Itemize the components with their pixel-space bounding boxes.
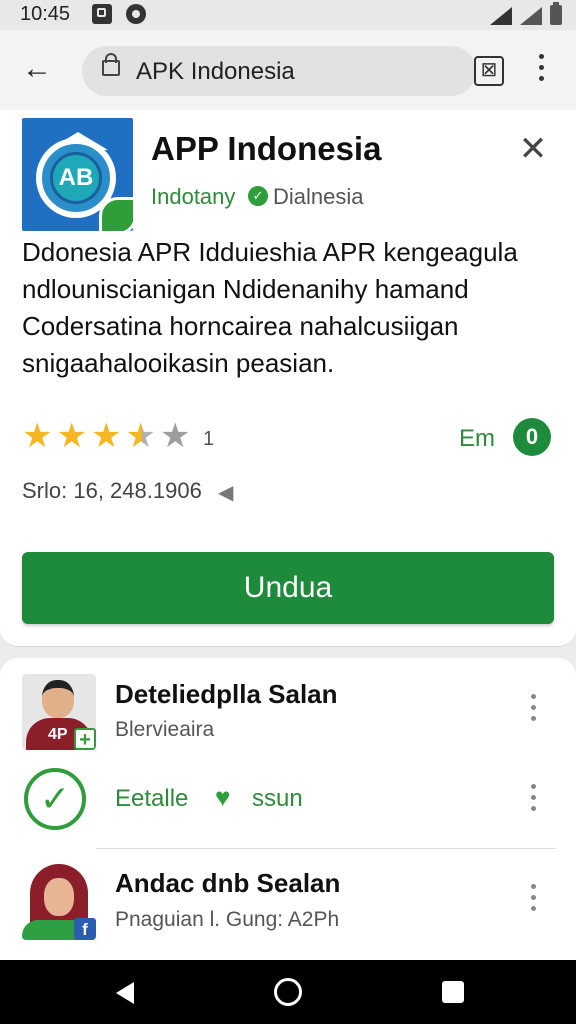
status-bar: 10:45 (0, 0, 576, 30)
close-tab-icon[interactable]: ⊠ (474, 56, 504, 86)
system-icons (490, 2, 562, 25)
list-item[interactable]: ✓ Eetalle ♥ ssun (0, 768, 576, 838)
star-icon: ★ (22, 417, 53, 455)
related-list: 4P + Deteliedplla Salan Blervieaira ✓ Ee… (0, 658, 576, 960)
url-text[interactable]: APK Indonesia (136, 58, 295, 86)
logo-text: AB (50, 152, 102, 204)
item-more-icon[interactable] (530, 784, 538, 814)
download-stats: Srlo: 16, 248.1906 (22, 478, 202, 503)
item-more-icon[interactable] (530, 694, 538, 724)
nav-recents-icon[interactable] (442, 981, 464, 1003)
notification-app-icon (92, 4, 112, 24)
address-bar[interactable]: APK Indonesia (82, 46, 476, 96)
age-rating-label: Em (459, 425, 495, 452)
share-off-icon[interactable]: ✕ (516, 132, 550, 166)
back-arrow-icon[interactable]: ← (22, 54, 52, 84)
lock-icon (102, 53, 120, 76)
system-nav-bar (0, 960, 576, 1024)
rating-count: 1 (203, 428, 215, 450)
item-title: Deteliedplla Salan (115, 679, 338, 709)
item-subtitle: Blervieaira (115, 718, 215, 741)
rating-stars: ★ ★ ★ ★ ★ (22, 418, 190, 454)
check-circle-icon: ✓ (24, 768, 86, 830)
star-icon: ★ (56, 417, 87, 455)
item-subtitle: Pnaguian l. Gung: A2Ph (115, 908, 340, 931)
cell-signal-icon (520, 7, 542, 25)
age-rating-icon: 0 (513, 418, 551, 456)
nav-back-icon[interactable] (116, 982, 134, 1004)
avatar-face (44, 878, 74, 916)
star-icon: ★ (90, 417, 122, 455)
plus-badge-icon: + (74, 728, 96, 750)
list-divider (96, 848, 556, 849)
megaphone-icon: ◀ (218, 482, 234, 504)
leaf-icon (99, 197, 133, 231)
more-options-icon[interactable] (538, 54, 546, 84)
app-description: Ddonesia APR Idduieshia APR kengeagula n… (22, 237, 518, 378)
notification-icons (92, 4, 146, 24)
status-label: Eetalle (115, 785, 189, 812)
item-more-icon[interactable] (530, 884, 538, 914)
item-title: Andac dnb Sealan (115, 868, 341, 898)
list-item[interactable]: 4P + Deteliedplla Salan Blervieaira (0, 674, 576, 754)
star-empty-icon: ★ (159, 417, 191, 455)
avatar: 4P + (22, 674, 96, 750)
notification-media-icon (126, 4, 146, 24)
app-title: APP Indonesia (151, 130, 382, 167)
developer-link[interactable]: Indotany (151, 184, 235, 210)
list-item[interactable]: f Andac dnb Sealan Pnaguian l. Gung: A2P… (0, 864, 576, 944)
download-button[interactable]: Undua (22, 552, 554, 624)
app-detail-card: AB APP Indonesia ✕ Indotany ✓ Dialnesia … (0, 110, 576, 647)
category-label: Dialnesia (273, 184, 364, 209)
browser-toolbar: ← APK Indonesia ⊠ (0, 30, 576, 111)
facebook-icon: f (74, 918, 96, 940)
star-half-icon: ★ (125, 417, 156, 455)
verified-icon: ✓ (248, 186, 268, 206)
wifi-signal-icon (490, 7, 512, 25)
app-logo: AB (22, 118, 133, 231)
avatar-head (42, 680, 74, 718)
nav-home-icon[interactable] (274, 978, 302, 1006)
status-label-secondary: ssun (252, 785, 303, 812)
avatar: f (22, 864, 96, 940)
battery-icon (550, 2, 562, 25)
status-time: 10:45 (20, 3, 71, 25)
heart-icon: ♥ (215, 782, 231, 812)
